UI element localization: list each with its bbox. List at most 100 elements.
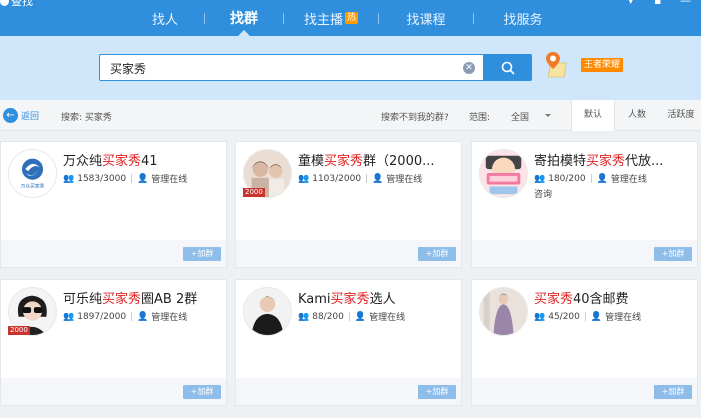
group-photo-icon xyxy=(480,288,527,335)
group-avatar xyxy=(479,149,528,198)
app-title-text: 查找 xyxy=(11,0,33,8)
sort-tab-members[interactable]: 人数 xyxy=(617,100,657,131)
member-count: 1103/2000 xyxy=(312,173,362,184)
card-footer: +加群 xyxy=(1,378,226,405)
members-icon: 👥 xyxy=(534,173,546,184)
admin-icon: 👤 xyxy=(596,173,608,184)
group-meta: 👥 1103/2000 👤 管理在线 xyxy=(298,172,422,186)
tab-find-streamers[interactable]: 找主播热 xyxy=(284,0,378,36)
name-part: 可乐纯 xyxy=(63,292,103,307)
group-meta: 👥 45/200 👤 管理在线 xyxy=(534,310,642,324)
admin-status: 管理在线 xyxy=(369,313,406,323)
join-group-button[interactable]: +加群 xyxy=(418,247,456,261)
join-group-button[interactable]: +加群 xyxy=(183,385,221,399)
location-map-icon[interactable] xyxy=(544,50,570,80)
group-card[interactable]: Kami买家秀选人 👥 88/200 👤 管理在线 +加群 xyxy=(235,279,462,406)
group-card[interactable]: 2000 童模买家秀群（2000... 👥 1103/2000 👤 管理在线 +… xyxy=(235,141,462,268)
admin-icon: 👤 xyxy=(137,173,149,184)
tab-label: 找服务 xyxy=(503,12,543,28)
card-footer: +加群 xyxy=(236,240,461,267)
group-card[interactable]: 买家秀40含邮费 👥 45/200 👤 管理在线 +加群 xyxy=(471,279,698,406)
hot-badge: 热 xyxy=(345,12,359,24)
members-icon: 👥 xyxy=(298,173,310,184)
group-card[interactable]: 2000 可乐纯买家秀圈AB 2群 👥 1897/2000 👤 管理在线 +加群 xyxy=(0,279,227,406)
admin-status: 管理在线 xyxy=(605,313,642,323)
filter-bar: ← 返回 搜索: 买家秀 搜索不到我的群? 范围: 全国 默认 人数 活跃度 xyxy=(0,100,701,131)
tab-find-services[interactable]: 找服务 xyxy=(474,0,572,36)
group-name[interactable]: Kami买家秀选人 xyxy=(298,288,396,307)
app-logo-icon xyxy=(0,0,9,6)
members-icon: 👥 xyxy=(534,311,546,322)
group-photo-icon xyxy=(244,288,291,335)
tab-label: 找人 xyxy=(151,12,178,28)
group-card[interactable]: 寄拍模特买家秀代放... 👥 180/200 👤 管理在线 咨询 +加群 xyxy=(471,141,698,268)
tab-find-groups[interactable]: 找群 xyxy=(205,0,283,36)
admin-icon: 👤 xyxy=(372,173,384,184)
members-icon: 👥 xyxy=(63,173,75,184)
admin-status: 管理在线 xyxy=(151,175,188,185)
admin-icon: 👤 xyxy=(354,311,367,322)
meta-divider xyxy=(366,174,368,183)
minimize-icon[interactable]: ▪ xyxy=(654,0,661,7)
meta-divider xyxy=(584,312,586,321)
group-card[interactable]: 万众买家秀 万众纯买家秀41 👥 1583/3000 👤 管理在线 +加群 xyxy=(0,141,227,268)
group-size-tag: 2000 xyxy=(243,188,265,197)
name-highlight: 买家秀 xyxy=(102,154,142,169)
admin-icon: 👤 xyxy=(137,311,149,322)
tab-label: 找群 xyxy=(230,11,258,27)
member-count: 1897/2000 xyxy=(77,311,127,322)
group-avatar: 万众买家秀 xyxy=(8,149,57,198)
search-input[interactable] xyxy=(110,59,450,77)
card-footer: +加群 xyxy=(472,378,697,405)
group-meta: 👥 88/200 👤 管理在线 xyxy=(298,310,406,324)
card-footer: +加群 xyxy=(236,378,461,405)
name-part: Kami xyxy=(298,292,331,307)
search-keyword-label: 搜索: 买家秀 xyxy=(61,113,112,123)
group-name[interactable]: 童模买家秀群（2000... xyxy=(298,150,435,169)
nav-tabs: 找人 找群 找主播热 找课程 找服务 xyxy=(126,0,572,36)
name-part: 万众纯 xyxy=(63,154,103,169)
join-group-button[interactable]: +加群 xyxy=(654,247,692,261)
meta-divider xyxy=(131,174,133,183)
sort-tab-default[interactable]: 默认 xyxy=(571,100,615,131)
group-logo-icon: 万众买家秀 xyxy=(9,150,56,197)
join-group-button[interactable]: +加群 xyxy=(183,247,221,261)
join-group-button[interactable]: +加群 xyxy=(418,385,456,399)
tab-find-people[interactable]: 找人 xyxy=(126,0,204,36)
group-name[interactable]: 万众纯买家秀41 xyxy=(63,150,158,169)
group-meta: 👥 1897/2000 👤 管理在线 xyxy=(63,310,188,324)
game-tag-badge[interactable]: 王者荣耀 xyxy=(581,58,624,72)
members-icon: 👥 xyxy=(63,311,75,322)
range-select[interactable]: 全国 xyxy=(511,110,529,123)
name-part: 圈AB 2群 xyxy=(141,292,198,307)
group-note: 咨询 xyxy=(534,190,553,200)
group-cartoon-icon xyxy=(480,150,527,197)
admin-status: 管理在线 xyxy=(610,175,647,185)
search-box: ✕ xyxy=(99,54,484,81)
group-avatar xyxy=(479,287,528,336)
group-meta: 👥 1583/3000 👤 管理在线 xyxy=(63,172,188,186)
back-arrow-icon: ← xyxy=(3,108,18,123)
name-part: 童模 xyxy=(298,154,325,169)
sort-tab-activity[interactable]: 活跃度 xyxy=(661,100,701,131)
search-band: ✕ 王者荣耀 xyxy=(0,36,701,100)
search-button[interactable] xyxy=(484,54,532,81)
tab-find-courses[interactable]: 找课程 xyxy=(379,0,473,36)
pin-icon[interactable]: ▾ xyxy=(628,0,634,7)
cant-find-link[interactable]: 搜索不到我的群? xyxy=(381,110,449,123)
admin-status: 管理在线 xyxy=(151,313,188,323)
clear-icon[interactable]: ✕ xyxy=(463,62,475,74)
tab-label: 找主播 xyxy=(303,12,343,28)
chevron-down-icon[interactable] xyxy=(545,114,551,120)
search-icon xyxy=(501,61,515,74)
back-button[interactable]: ← 返回 xyxy=(3,108,39,123)
group-name[interactable]: 可乐纯买家秀圈AB 2群 xyxy=(63,288,197,307)
join-group-button[interactable]: +加群 xyxy=(654,385,692,399)
card-footer: +加群 xyxy=(1,240,226,267)
name-highlight: 买家秀 xyxy=(534,292,574,307)
name-part: 群（2000... xyxy=(363,154,435,169)
group-name[interactable]: 寄拍模特买家秀代放... xyxy=(534,150,663,169)
meta-divider xyxy=(590,174,592,183)
minimize-window-icon[interactable]: — xyxy=(680,0,691,7)
group-name[interactable]: 买家秀40含邮费 xyxy=(534,288,629,307)
